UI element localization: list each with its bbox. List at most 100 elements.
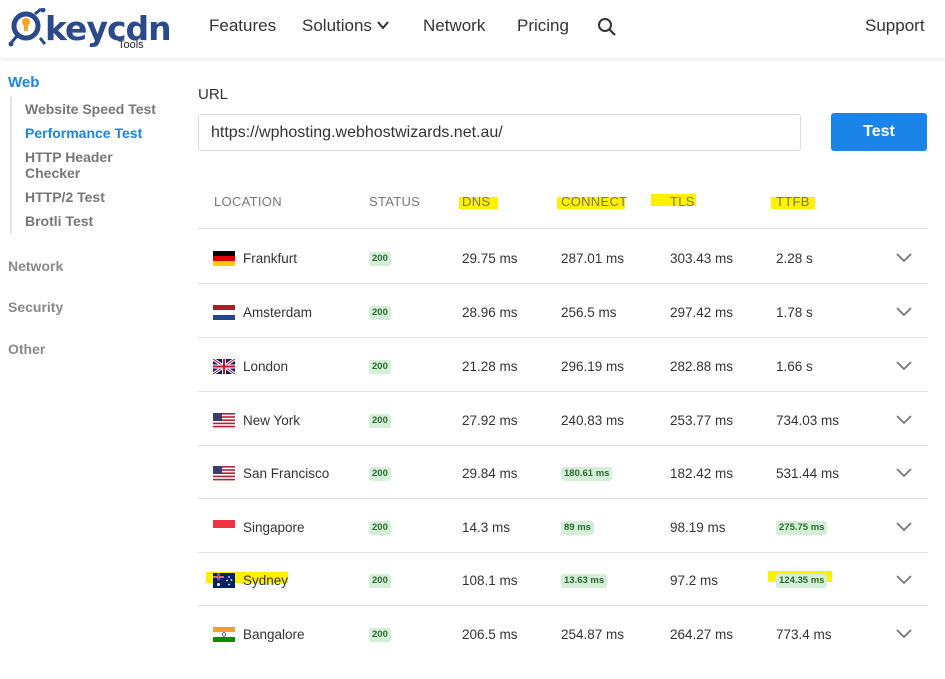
table-row[interactable]: London 200 21.28 ms 296.19 ms 282.88 ms … bbox=[198, 338, 928, 392]
column-header-status[interactable]: STATUS bbox=[369, 194, 420, 209]
brand-name: keycdn bbox=[45, 9, 172, 48]
column-header-ttfb[interactable]: TTFB bbox=[776, 194, 810, 209]
ttfb-badge: 275.75 ms bbox=[776, 521, 828, 535]
nav-network[interactable]: Network bbox=[423, 16, 485, 36]
tls-cell: 264.27 ms bbox=[670, 627, 734, 642]
table-row[interactable]: San Francisco 200 29.84 ms 180.61 ms 182… bbox=[198, 445, 928, 499]
sidebar-group-network[interactable]: Network bbox=[8, 258, 63, 274]
nav-features[interactable]: Features bbox=[209, 16, 276, 36]
dns-cell: 108.1 ms bbox=[462, 573, 518, 588]
chevron-down-icon[interactable] bbox=[376, 18, 390, 32]
sidebar-item-performance-test[interactable]: Performance Test bbox=[25, 125, 175, 141]
expand-chevron-icon[interactable] bbox=[895, 628, 913, 640]
connect-badge: 180.61 ms bbox=[561, 467, 613, 481]
expand-chevron-icon[interactable] bbox=[895, 252, 913, 264]
table-row[interactable]: Sydney 200 108.1 ms 13.63 ms 97.2 ms 124… bbox=[198, 552, 928, 606]
flag-germany-icon bbox=[213, 251, 235, 266]
connect-cell: 240.83 ms bbox=[561, 413, 625, 428]
table-row[interactable]: Singapore 200 14.3 ms 89 ms 98.19 ms 275… bbox=[198, 499, 928, 553]
tls-cell: 182.42 ms bbox=[670, 466, 734, 481]
location-cell: Bangalore bbox=[243, 627, 305, 642]
location-cell: London bbox=[243, 359, 289, 374]
ttfb-cell: 1.78 s bbox=[776, 305, 813, 320]
top-navigation-bar: keycdn Tools Features Solutions Network … bbox=[0, 0, 945, 58]
dns-cell: 27.92 ms bbox=[462, 413, 518, 428]
search-icon[interactable] bbox=[597, 17, 617, 37]
location-cell: Amsterdam bbox=[243, 305, 313, 320]
column-header-dns[interactable]: DNS bbox=[462, 194, 490, 209]
status-badge: 200 bbox=[369, 360, 391, 374]
column-header-tls[interactable]: TLS bbox=[670, 194, 695, 209]
connect-badge: 89 ms bbox=[561, 521, 594, 535]
sidebar-group-security[interactable]: Security bbox=[8, 299, 63, 315]
tls-cell: 253.77 ms bbox=[670, 413, 734, 428]
brand-sub: Tools bbox=[118, 39, 144, 51]
url-input[interactable] bbox=[198, 114, 801, 151]
status-badge: 200 bbox=[369, 252, 391, 266]
tls-cell: 97.2 ms bbox=[670, 573, 719, 588]
status-badge: 200 bbox=[369, 467, 391, 481]
dns-cell: 28.96 ms bbox=[462, 305, 518, 320]
connect-badge: 13.63 ms bbox=[561, 574, 608, 588]
ttfb-cell: 734.03 ms bbox=[776, 413, 840, 428]
connect-cell: 256.5 ms bbox=[561, 305, 617, 320]
dns-cell: 21.28 ms bbox=[462, 359, 518, 374]
sidebar-item-http2-test[interactable]: HTTP/2 Test bbox=[25, 189, 175, 205]
sidebar-item-website-speed-test[interactable]: Website Speed Test bbox=[25, 101, 175, 117]
table-row[interactable]: Amsterdam 200 28.96 ms 256.5 ms 297.42 m… bbox=[198, 284, 928, 338]
status-badge: 200 bbox=[369, 414, 391, 428]
location-cell: Sydney bbox=[243, 573, 289, 588]
sidebar-item-brotli-test[interactable]: Brotli Test bbox=[25, 213, 175, 229]
status-badge: 200 bbox=[369, 306, 391, 320]
flag-australia-icon bbox=[213, 573, 235, 588]
dns-cell: 14.3 ms bbox=[462, 520, 511, 535]
column-header-connect[interactable]: CONNECT bbox=[561, 194, 627, 209]
sidebar-group-other[interactable]: Other bbox=[8, 341, 45, 357]
flag-india-icon bbox=[213, 627, 235, 642]
tls-cell: 98.19 ms bbox=[670, 520, 726, 535]
location-cell: Singapore bbox=[243, 520, 305, 535]
test-button[interactable]: Test bbox=[831, 113, 927, 151]
keycdn-logo[interactable]: keycdn Tools bbox=[8, 8, 172, 52]
connect-cell: 287.01 ms bbox=[561, 251, 625, 266]
tls-cell: 303.43 ms bbox=[670, 251, 734, 266]
flag-singapore-icon bbox=[213, 520, 235, 535]
status-badge: 200 bbox=[369, 628, 391, 642]
expand-chevron-icon[interactable] bbox=[895, 521, 913, 533]
connect-cell: 296.19 ms bbox=[561, 359, 625, 374]
sidebar-divider bbox=[10, 97, 12, 233]
dns-cell: 29.84 ms bbox=[462, 466, 518, 481]
flag-usa-icon bbox=[213, 413, 235, 428]
expand-chevron-icon[interactable] bbox=[895, 574, 913, 586]
ttfb-cell: 531.44 ms bbox=[776, 466, 840, 481]
table-row[interactable]: Bangalore 200 206.5 ms 254.87 ms 264.27 … bbox=[198, 606, 928, 660]
flag-uk-icon bbox=[213, 359, 235, 374]
expand-chevron-icon[interactable] bbox=[895, 360, 913, 372]
tls-cell: 297.42 ms bbox=[670, 305, 734, 320]
expand-chevron-icon[interactable] bbox=[895, 467, 913, 479]
table-row[interactable]: Frankfurt 200 29.75 ms 287.01 ms 303.43 … bbox=[198, 230, 928, 284]
column-header-location[interactable]: LOCATION bbox=[214, 194, 282, 209]
expand-chevron-icon[interactable] bbox=[895, 306, 913, 318]
table-row[interactable]: New York 200 27.92 ms 240.83 ms 253.77 m… bbox=[198, 392, 928, 446]
location-cell: San Francisco bbox=[243, 466, 330, 481]
ttfb-cell: 773.4 ms bbox=[776, 627, 832, 642]
url-label: URL bbox=[198, 86, 229, 103]
location-cell: New York bbox=[243, 413, 301, 428]
keycdn-logo-icon bbox=[8, 8, 46, 47]
expand-chevron-icon[interactable] bbox=[895, 414, 913, 426]
location-cell: Frankfurt bbox=[243, 251, 298, 266]
ttfb-cell: 1.66 s bbox=[776, 359, 813, 374]
flag-usa-icon bbox=[213, 466, 235, 481]
sidebar-item-http-header-checker[interactable]: HTTP Header Checker bbox=[25, 149, 145, 181]
flag-netherlands-icon bbox=[213, 305, 235, 320]
connect-cell: 254.87 ms bbox=[561, 627, 625, 642]
nav-pricing[interactable]: Pricing bbox=[517, 16, 569, 36]
ttfb-cell: 2.28 s bbox=[776, 251, 813, 266]
nav-support[interactable]: Support bbox=[865, 16, 925, 36]
sidebar-heading-web[interactable]: Web bbox=[8, 74, 39, 91]
dns-cell: 206.5 ms bbox=[462, 627, 518, 642]
status-badge: 200 bbox=[369, 574, 391, 588]
nav-solutions[interactable]: Solutions bbox=[302, 16, 372, 36]
tls-cell: 282.88 ms bbox=[670, 359, 734, 374]
